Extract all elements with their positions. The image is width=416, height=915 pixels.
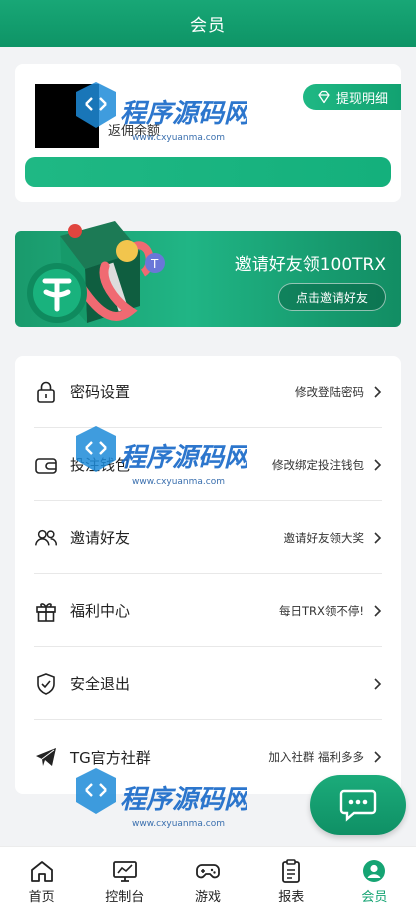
chevron-right-icon [374,458,382,471]
gamepad-icon [196,864,220,879]
invite-banner[interactable]: T 邀请好友领100TRX 点击邀请好友 [15,221,401,327]
menu-label: 邀请好友 [70,529,131,547]
chat-bubble-icon [339,789,377,822]
tab-label: 控制台 [105,890,145,905]
diamond-icon [318,90,330,104]
tab-label: 报表 [278,890,305,905]
home-icon [30,861,53,882]
menu-item-welfare-center[interactable]: 福利中心 每日TRX领不停! [34,575,382,647]
tab-home[interactable]: 首页 [0,847,83,915]
chevron-right-icon [374,531,382,544]
menu-desc: 邀请好友领大奖 [283,530,365,545]
chevron-right-icon [374,604,382,617]
menu-desc: 修改登陆密码 [295,384,364,399]
bottom-tab-bar: 首页 控制台 游戏 报表 会员 [0,846,416,915]
menu-desc: 修改绑定投注钱包 [272,457,364,472]
settings-menu: 密码设置 修改登陆密码 投注钱包 修改绑定投注钱包 邀请好友 邀请好友领大奖 福… [15,356,401,794]
invite-friends-button[interactable]: 点击邀请好友 [278,283,386,311]
chat-fab-button[interactable] [310,775,406,835]
withdraw-detail-label: 提现明细 [335,91,388,107]
tab-label: 会员 [361,890,388,905]
menu-item-invite-friends[interactable]: 邀请好友 邀请好友领大奖 [34,502,382,574]
chevron-right-icon [374,751,382,763]
gift-box-usdt-illustration: T [27,221,165,323]
rebate-balance-label: 返佣余额 [108,124,161,139]
chevron-right-icon [374,677,382,690]
svg-text:T: T [150,257,159,271]
menu-item-bet-wallet[interactable]: 投注钱包 修改绑定投注钱包 [34,429,382,501]
clipboard-icon [282,859,301,883]
menu-desc: 每日TRX领不停! [278,603,364,618]
top-bar: 会员 [0,0,416,47]
tab-games[interactable]: 游戏 [166,847,249,915]
withdraw-button[interactable] [25,157,391,187]
menu-item-password[interactable]: 密码设置 修改登陆密码 [34,356,382,428]
gift-icon [36,602,56,622]
withdraw-detail-button[interactable]: 提现明细 [303,84,401,110]
chevron-right-icon [374,385,382,398]
console-icon [112,861,137,882]
profile-card: 返佣余额 提现明细 [15,64,401,202]
watermark-url: www.cxyuanma.com [132,819,225,829]
menu-item-logout[interactable]: 安全退出 [34,648,382,720]
telegram-icon [36,748,56,766]
tab-label: 游戏 [195,890,222,905]
lock-icon [37,381,55,403]
menu-label: 安全退出 [70,675,131,693]
tab-reports[interactable]: 报表 [250,847,333,915]
users-icon [35,529,57,546]
tab-member[interactable]: 会员 [333,847,416,915]
menu-label: 密码设置 [70,383,131,401]
menu-label: 福利中心 [70,602,131,620]
menu-desc: 加入社群 福利多多 [268,750,364,764]
invite-title: 邀请好友领100TRX [234,255,386,275]
shield-icon [37,672,55,695]
tab-label: 首页 [28,890,55,905]
menu-label: 投注钱包 [70,456,131,474]
avatar [35,84,99,148]
menu-label: TG官方社群 [70,748,151,767]
wallet-icon [35,457,57,474]
tab-console[interactable]: 控制台 [83,847,166,915]
user-circle-icon [363,860,386,882]
page-title: 会员 [190,16,226,36]
